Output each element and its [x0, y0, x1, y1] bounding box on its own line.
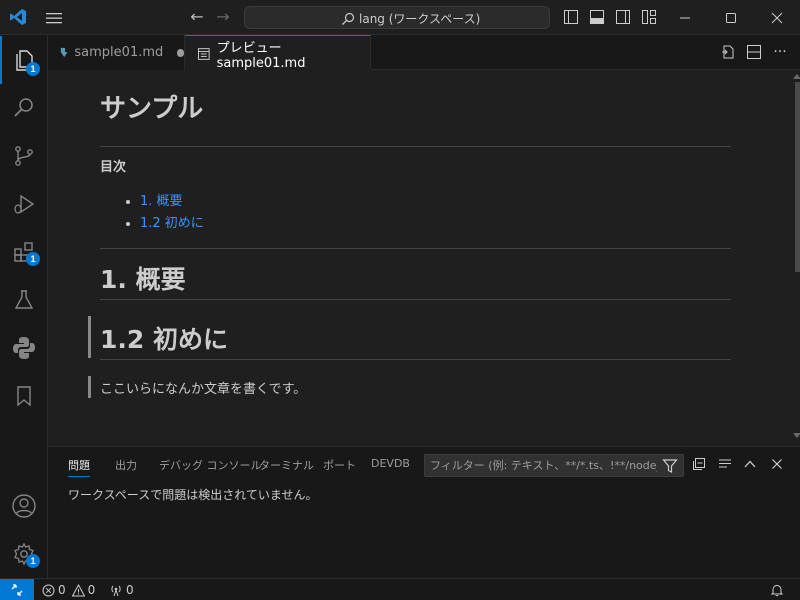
toc-link-overview[interactable]: 1. 概要: [140, 194, 183, 209]
filter-icon[interactable]: [662, 458, 678, 474]
panel-tab-ports[interactable]: ポート: [323, 457, 356, 477]
back-arrow-icon[interactable]: ←: [188, 8, 206, 26]
explorer-button[interactable]: 1: [0, 36, 48, 84]
ports-count: 0: [126, 583, 134, 597]
toc-link-intro[interactable]: 1.2 初めに: [140, 216, 204, 231]
remote-indicator-button[interactable]: [0, 579, 34, 600]
bookmark-icon: [17, 386, 31, 407]
python-icon: [13, 337, 35, 359]
scrollbar-thumb[interactable]: [795, 82, 800, 272]
panel-tab-output[interactable]: 出力: [115, 457, 137, 477]
extensions-badge: 1: [26, 252, 40, 266]
heading-overview: 1. 概要: [100, 265, 186, 294]
toc-item: 1.2 初めに: [140, 216, 204, 238]
toggle-secondary-sidebar-icon[interactable]: [615, 9, 631, 25]
extensions-button[interactable]: 1: [0, 228, 48, 276]
no-problems-message: ワークスペースで問題は検出されていません。: [68, 488, 318, 502]
editor-tabs: sample01.md プレビュー sample01.md ···: [48, 35, 800, 71]
bell-icon: [770, 584, 784, 597]
bottom-panel: 問題 出力 デバッグ コンソール ターミナル ポート DEVDB ワークスペース…: [48, 446, 800, 578]
divider: [100, 359, 731, 360]
panel-tab-terminal[interactable]: ターミナル: [259, 457, 314, 477]
flask-icon: [14, 290, 34, 309]
testing-button[interactable]: [0, 276, 48, 324]
panel-tab-devdb[interactable]: DEVDB: [371, 457, 410, 477]
python-button[interactable]: [0, 324, 48, 372]
toc-title: 目次: [100, 160, 127, 175]
problems-status-button[interactable]: 0 0: [42, 582, 95, 598]
heading-intro: 1.2 初めに: [100, 325, 228, 354]
panel-tab-debug-console[interactable]: デバッグ コンソール: [159, 457, 262, 477]
paragraph: ここいらになんか文章を書くです。: [100, 382, 307, 397]
remote-icon: [11, 584, 23, 596]
tab-preview-sample01-md[interactable]: プレビュー sample01.md: [185, 35, 371, 71]
error-icon: [42, 584, 55, 596]
toc-item: 1. 概要: [140, 194, 204, 216]
unsaved-dot-icon[interactable]: [177, 48, 184, 57]
maximize-button[interactable]: [708, 0, 754, 35]
bookmarks-button[interactable]: [0, 372, 48, 420]
problems-filter: [424, 454, 684, 477]
split-editor-icon[interactable]: [746, 44, 762, 60]
filter-input[interactable]: [425, 455, 657, 476]
tab-sample01-md[interactable]: sample01.md: [48, 35, 185, 70]
broadcast-icon: [111, 585, 121, 596]
more-actions-icon[interactable]: ···: [772, 44, 788, 60]
settings-badge: 1: [26, 554, 40, 568]
markdown-file-icon: [60, 47, 68, 58]
accounts-button[interactable]: [0, 482, 48, 530]
search-label: lang (ワークスペース): [359, 12, 481, 26]
panel-tab-problems[interactable]: 問題: [68, 457, 90, 477]
run-debug-button[interactable]: [0, 180, 48, 228]
status-bar: 0 0 0: [0, 578, 800, 600]
account-icon: [12, 494, 36, 518]
preview-title: サンプル: [100, 94, 204, 124]
toggle-panel-icon[interactable]: [589, 9, 605, 25]
divider: [100, 146, 731, 147]
error-count: 0: [58, 583, 66, 597]
minimize-button[interactable]: [662, 0, 708, 35]
source-control-button[interactable]: [0, 132, 48, 180]
tab-label: sample01.md: [74, 45, 164, 60]
search-view-button[interactable]: [0, 84, 48, 132]
vscode-logo-icon: [10, 9, 26, 25]
divider: [100, 299, 731, 300]
customize-layout-icon[interactable]: [641, 9, 657, 25]
close-button[interactable]: [754, 0, 800, 35]
title-bar: ← → lang (ワークスペース): [0, 0, 800, 35]
ports-status-button[interactable]: 0: [109, 582, 134, 598]
toc-list: 1. 概要 1.2 初めに: [122, 194, 204, 238]
run-debug-icon: [14, 194, 35, 214]
markdown-preview: サンプル 目次 1. 概要 1.2 初めに 1. 概要 1.2 初めに ここいら…: [48, 70, 800, 446]
maximize-panel-icon[interactable]: [742, 456, 758, 472]
command-center-search[interactable]: lang (ワークスペース): [244, 6, 550, 29]
preview-icon: [197, 47, 210, 60]
blockquote-bar: [88, 316, 91, 358]
open-source-icon[interactable]: [720, 44, 736, 60]
scroll-up-icon[interactable]: [793, 73, 800, 79]
manage-button[interactable]: 1: [0, 530, 48, 578]
toggle-primary-sidebar-icon[interactable]: [563, 9, 579, 25]
menu-icon[interactable]: [44, 9, 64, 27]
notifications-button[interactable]: [770, 582, 784, 598]
source-control-icon: [15, 146, 33, 166]
tab-label: プレビュー sample01.md: [216, 40, 306, 71]
explorer-badge: 1: [26, 62, 40, 76]
activity-bar: 1 1 1: [0, 35, 48, 578]
warning-icon: [71, 583, 85, 596]
close-panel-icon[interactable]: [769, 456, 785, 472]
blockquote-bar: [88, 376, 91, 398]
divider: [100, 248, 731, 249]
search-icon: [342, 12, 355, 25]
collapse-all-icon[interactable]: [691, 456, 707, 472]
search-icon: [14, 98, 33, 117]
forward-arrow-icon[interactable]: →: [214, 8, 232, 26]
view-as-list-icon[interactable]: [717, 456, 733, 472]
scroll-down-icon[interactable]: [793, 433, 800, 439]
warning-count: 0: [87, 583, 96, 597]
vertical-scrollbar[interactable]: [786, 70, 800, 446]
